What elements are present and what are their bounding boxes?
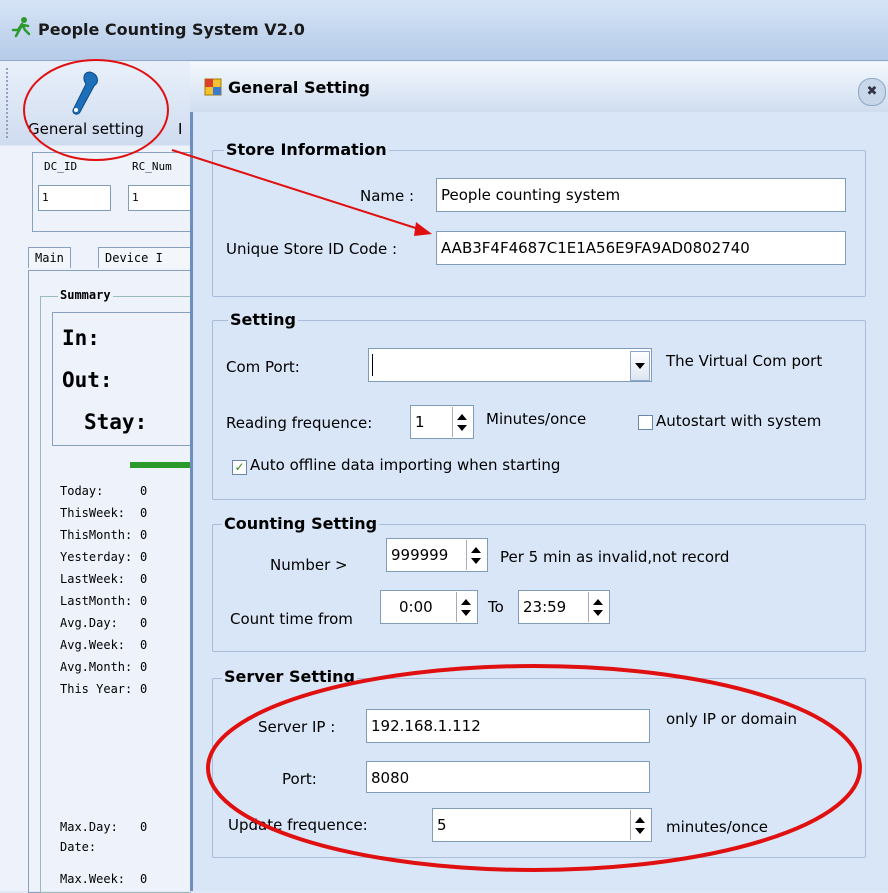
tab-main[interactable]: Main [28,247,71,268]
dialog-title: General Setting [228,78,370,97]
rc-num-label: RC_Num [132,160,172,173]
stat-row: LastWeek: 0 [60,572,147,594]
dc-id-input[interactable]: 1 [38,185,111,211]
offline-import-label: Auto offline data importing when startin… [250,456,561,474]
counting-legend: Counting Setting [222,514,380,533]
max-day-row: Max.Day: 0 [60,820,147,834]
stat-value: 0 [140,572,148,586]
reading-freq-label: Reading frequence: [226,414,373,432]
number-label: Number > [270,556,348,574]
date-label: Date: [60,840,97,854]
stat-label: Today: [60,484,104,498]
toolbar-grip[interactable] [6,68,11,138]
update-freq-input[interactable]: 5 [432,808,652,842]
server-legend: Server Setting [222,667,358,686]
number-spinner[interactable] [466,540,485,570]
server-ip-hint: only IP or domain [666,710,798,728]
server-ip-label: Server IP : [258,718,336,736]
number-hint: Per 5 min as invalid,not record [500,548,730,566]
name-label: Name : [360,187,415,205]
time-from-spinner[interactable] [456,592,475,622]
store-id-input[interactable]: AAB3F4F4687C1E1A56E9FA9AD0802740 [436,231,846,265]
stat-row: Avg.Month: 0 [60,660,147,682]
stat-label: Avg.Day: [60,616,118,630]
text-cursor [372,354,373,376]
com-port-hint: The Virtual Com port [666,352,823,370]
general-setting-button[interactable]: General setting [28,120,144,138]
stat-value: 0 [140,616,148,630]
in-label: In: [62,326,100,350]
progress-bar [130,462,190,468]
stat-row: ThisWeek: 0 [60,506,147,528]
window-icon [204,78,222,96]
port-input[interactable]: 8080 [366,761,650,793]
server-ip-input[interactable]: 192.168.1.112 [366,709,650,743]
stat-label: Yesterday: [60,550,133,564]
stat-label: Avg.Month: [60,660,133,674]
stat-row: This Year: 0 [60,682,147,704]
time-to-spinner[interactable] [588,592,607,622]
stat-value: 0 [140,528,148,542]
com-port-select[interactable] [368,348,652,382]
max-day-value: 0 [140,820,148,834]
count-time-label: Count time from [230,610,353,628]
autostart-label: Autostart with system [656,412,822,430]
com-port-label: Com Port: [226,358,300,376]
update-freq-unit: minutes/once [666,818,768,836]
counting-group [212,524,866,652]
summary-label: Summary [58,288,113,302]
stat-row: Yesterday: 0 [60,550,147,572]
offline-import-checkbox[interactable]: ✓ [232,460,247,475]
stat-value: 0 [140,682,148,696]
max-week-value: 0 [140,872,148,886]
stat-label: Avg.Week: [60,638,126,652]
stat-label: LastMonth: [60,594,133,608]
com-port-dropdown-button[interactable] [630,351,650,381]
stat-value: 0 [140,660,148,674]
close-button[interactable]: ✖ [858,78,886,106]
update-freq-spinner[interactable] [630,810,649,840]
tab-device[interactable]: Device I [98,247,202,268]
out-label: Out: [62,368,113,392]
store-id-label: Unique Store ID Code : [226,240,398,258]
to-label: To [488,598,504,616]
stat-row: ThisMonth: 0 [60,528,147,550]
stat-value: 0 [140,506,148,520]
stat-row: Avg.Day: 0 [60,616,147,638]
max-day-label: Max.Day: [60,820,118,834]
stats-list: Today: 0 ThisWeek: 0 ThisMonth: 0 Yesterday… [60,484,147,704]
app-title: People Counting System V2.0 [38,20,305,39]
stat-label: LastWeek: [60,572,126,586]
name-input[interactable]: People counting system [436,178,846,212]
update-freq-label: Update frequence: [228,816,368,834]
stat-value: 0 [140,594,148,608]
autostart-checkbox[interactable] [638,415,653,430]
stat-value: 0 [140,484,148,498]
reading-freq-spinner[interactable] [452,407,471,437]
store-info-legend: Store Information [224,140,389,159]
stat-label: ThisWeek: [60,506,126,520]
max-week-label: Max.Week: [60,872,126,886]
reading-freq-unit: Minutes/once [486,410,587,428]
max-week-row: Max.Week: 0 [60,872,147,886]
toolbar-next-item[interactable]: I [178,120,182,138]
stat-row: Today: 0 [60,484,147,506]
stat-value: 0 [140,638,148,652]
stay-label: Stay: [84,410,148,434]
running-man-icon [11,17,31,38]
stat-label: This Year: [60,682,133,696]
rc-num-input[interactable]: 1 [128,185,195,211]
stat-label: ThisMonth: [60,528,133,542]
dc-id-label: DC_ID [44,160,78,173]
port-label: Port: [282,770,317,788]
stat-value: 0 [140,550,148,564]
stat-row: Avg.Week: 0 [60,638,147,660]
setting-legend: Setting [228,310,298,329]
stat-row: LastMonth: 0 [60,594,147,616]
store-info-group [212,150,866,297]
wrench-icon[interactable] [68,70,102,116]
